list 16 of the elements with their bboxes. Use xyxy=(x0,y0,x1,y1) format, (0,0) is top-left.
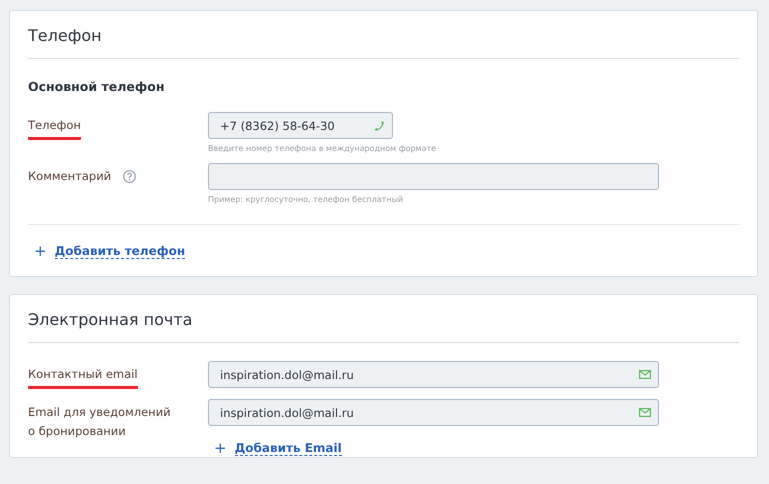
email-field[interactable]: inspiration.dol@mail.ru xyxy=(208,361,659,388)
field-hint: Пример: круглосуточно, телефон бесплатный xyxy=(208,195,404,204)
section-title: Телефон xyxy=(28,11,739,59)
field-hint: Введите номер телефона в международном формате xyxy=(208,144,438,153)
field-label: Контактный email xyxy=(28,365,138,389)
field-label: Телефон xyxy=(28,116,81,140)
plus-icon: + xyxy=(34,242,47,260)
section-title: Электронная почта xyxy=(28,295,739,343)
plus-icon: + xyxy=(214,439,227,457)
add-link[interactable]: + Добавить Email xyxy=(214,439,342,457)
subsection-title: Основной телефон xyxy=(28,79,166,94)
email-field[interactable]: inspiration.dol@mail.ru xyxy=(208,399,659,426)
field-label: Email для уведомлений о бронировании xyxy=(28,404,172,440)
field-label: Комментарий xyxy=(28,168,112,185)
add-link[interactable]: + Добавить телефон xyxy=(34,242,186,260)
phone-field[interactable]: +7 (8362) 58-64-30 xyxy=(208,112,393,139)
